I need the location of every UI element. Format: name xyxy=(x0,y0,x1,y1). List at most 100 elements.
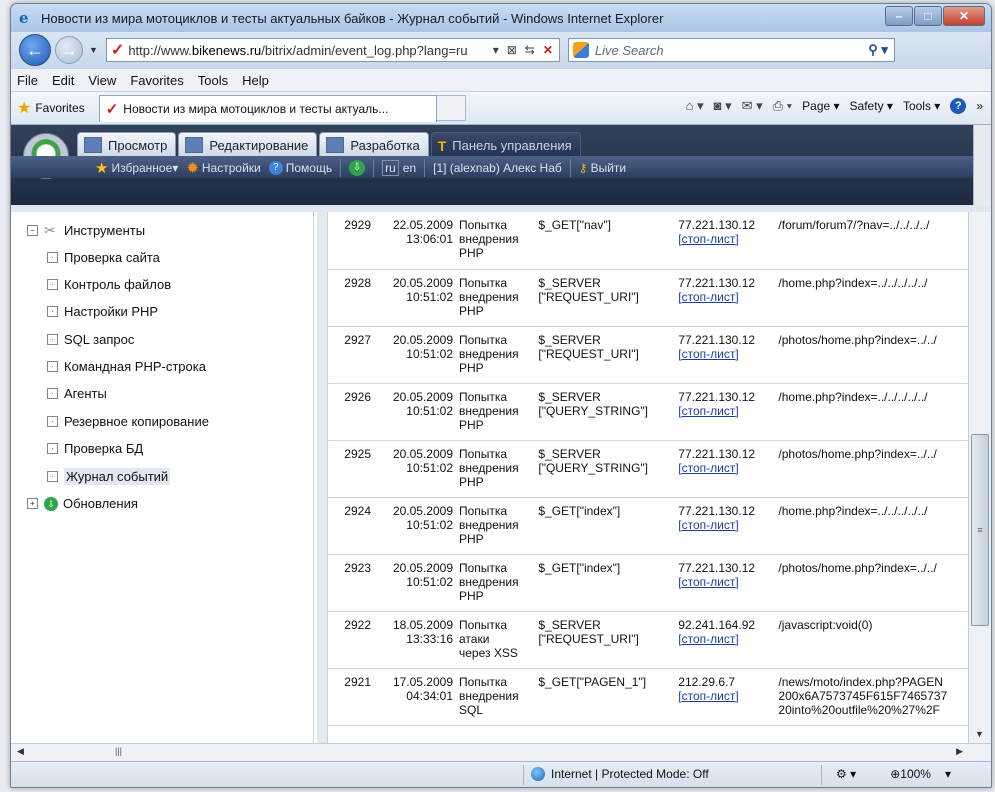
new-tab-button[interactable] xyxy=(436,95,466,121)
feeds-icon[interactable]: ◙ ▾ xyxy=(714,98,732,114)
tab-development[interactable]: Разработка xyxy=(319,132,429,157)
event-date: 20.05.2009 xyxy=(392,503,453,518)
search-box[interactable]: Live Search ⚲ ▾ xyxy=(567,38,895,62)
horizontal-scrollbar[interactable]: ◀ ||| ▶ xyxy=(11,743,991,762)
sidebar-item-php-console[interactable]: · Командная PHP-строка xyxy=(47,359,206,374)
cell-ip: 77.221.130.12 [стоп-лист] xyxy=(675,326,775,383)
zoom-dropdown-icon[interactable]: ▾ xyxy=(945,767,951,781)
settings-button[interactable]: ✹ Настройки xyxy=(186,159,260,177)
sidebar-item-site-check[interactable]: · Проверка сайта xyxy=(47,250,160,265)
cell-url: /forum/forum7/?nav=../../../../ xyxy=(775,212,969,269)
address-url[interactable]: http://www.bikenews.ru/bitrix/admin/even… xyxy=(128,43,492,58)
event-url-line: /home.php?index=../../../../../ xyxy=(778,503,928,518)
cell-url: /news/moto/index.php?PAGEN 200x6A7573745F… xyxy=(775,668,969,725)
updates-icon: ⇩ xyxy=(44,496,58,511)
menu-tools[interactable]: Tools xyxy=(198,73,228,88)
sidebar-item-db-check[interactable]: · Проверка БД xyxy=(47,441,143,456)
menu-file[interactable]: File xyxy=(17,73,38,88)
compatibility-icon[interactable]: ⊠ xyxy=(507,43,517,57)
leaf-icon: · xyxy=(47,279,58,290)
help-button[interactable]: ? Помощь xyxy=(268,161,332,175)
zoom-control[interactable]: ⊕ 100% ▾ xyxy=(890,767,951,781)
event-url-line: /news/moto/index.php?PAGEN xyxy=(778,674,943,689)
address-bar[interactable]: ✓ http://www.bikenews.ru/bitrix/admin/ev… xyxy=(105,38,560,62)
cell-url: /photos/home.php?index=../../ xyxy=(775,326,969,383)
address-dropdown-icon[interactable]: ▾ xyxy=(493,43,499,57)
menu-help[interactable]: Help xyxy=(242,73,269,88)
logout-button[interactable]: ⚷ Выйти xyxy=(579,161,626,175)
scrollbar-thumb[interactable]: ≡ xyxy=(971,434,989,626)
event-id: 2922 xyxy=(344,617,371,632)
tools-menu[interactable]: Tools ▾ xyxy=(903,99,940,113)
stop-list-link[interactable]: [стоп-лист] xyxy=(678,232,772,246)
help-icon[interactable]: ? xyxy=(950,98,967,114)
menu-favorites[interactable]: Favorites xyxy=(130,73,183,88)
vertical-scrollbar[interactable]: ≡ ▼ xyxy=(968,212,991,743)
page-menu[interactable]: Page ▾ xyxy=(802,99,839,113)
tab-view[interactable]: Просмотр xyxy=(77,132,177,157)
cell-variable: $_GET["index"] xyxy=(535,497,675,554)
mail-icon[interactable]: ✉ ▾ xyxy=(742,98,763,114)
lang-ru[interactable]: ru xyxy=(382,160,399,176)
sidebar-root-tools[interactable]: − ✂ Инструменты xyxy=(27,222,145,238)
security-zone[interactable]: Internet | Protected Mode: Off xyxy=(531,767,709,781)
tab-control-panel[interactable]: T Панель управления xyxy=(430,132,581,157)
tab-edit[interactable]: Редактирование xyxy=(178,132,318,157)
maximize-button[interactable]: □ xyxy=(914,6,942,26)
stop-list-link[interactable]: [стоп-лист] xyxy=(678,689,772,703)
stop-list-link[interactable]: [стоп-лист] xyxy=(678,290,772,304)
event-type-line: PHP xyxy=(459,417,484,432)
collapse-icon[interactable]: − xyxy=(27,224,38,236)
sidebar-item-sql-query[interactable]: · SQL запрос xyxy=(47,332,134,347)
sidebar-item-agents[interactable]: · Агенты xyxy=(47,386,107,401)
expand-icon[interactable]: + xyxy=(27,498,38,509)
table-row: 2929 22.05.2009 13:06:01 Попытка внедрения PH… xyxy=(327,212,969,269)
menu-view[interactable]: View xyxy=(88,73,116,88)
search-button[interactable]: ⚲ ▾ xyxy=(868,42,894,58)
stop-list-link[interactable]: [стоп-лист] xyxy=(678,632,772,646)
admin-panel: Просмотр Редактирование Разработка T Пане… xyxy=(11,125,991,205)
event-variable-line: $_GET["index"] xyxy=(538,503,621,518)
favorites-button[interactable]: Favorites xyxy=(35,101,84,115)
minimize-button[interactable]: – xyxy=(885,6,913,26)
update-button[interactable]: ⇩ xyxy=(349,160,366,176)
chevron-right-icon[interactable]: » xyxy=(976,99,983,113)
back-button[interactable]: ← xyxy=(19,34,51,66)
stop-list-link[interactable]: [стоп-лист] xyxy=(678,404,772,418)
protected-mode-icon[interactable]: ⚙ ▾ xyxy=(836,767,856,781)
sidebar-item-file-control[interactable]: · Контроль файлов xyxy=(47,277,171,292)
current-user[interactable]: [1] (alexnab) Алекс Наб xyxy=(433,161,562,175)
history-dropdown-icon[interactable]: ▼ xyxy=(89,45,98,55)
safety-menu[interactable]: Safety ▾ xyxy=(850,99,893,113)
stop-list-link[interactable]: [стоп-лист] xyxy=(678,347,772,361)
scroll-down-arrow-icon[interactable]: ▼ xyxy=(975,729,984,739)
cell-variable: $_SERVER ["REQUEST_URI"] xyxy=(535,326,675,383)
scroll-left-arrow-icon[interactable]: ◀ xyxy=(17,746,24,757)
sidebar-item-event-log[interactable]: · Журнал событий xyxy=(47,468,171,485)
sidebar-item-php-settings[interactable]: · Настройки PHP xyxy=(47,304,158,319)
refresh-icon[interactable]: ⇆ xyxy=(525,43,535,57)
sidebar-root-updates[interactable]: + ⇩ Обновления xyxy=(27,496,138,511)
table-row: 2926 20.05.2009 10:51:02 Попытка внедрения PH… xyxy=(327,383,969,440)
stop-icon[interactable]: ✕ xyxy=(543,43,553,57)
stop-list-link[interactable]: [стоп-лист] xyxy=(678,461,772,475)
menu-edit[interactable]: Edit xyxy=(52,73,74,88)
event-date: 18.05.2009 xyxy=(392,617,453,632)
browser-tab[interactable]: ✓ Новости из мира мотоциклов и тесты акт… xyxy=(98,94,437,122)
print-icon[interactable]: ⎙ ▾ xyxy=(773,98,792,114)
scrollbar-grip[interactable]: ||| xyxy=(115,746,122,756)
forward-button[interactable]: → xyxy=(55,36,83,64)
close-button[interactable]: ✕ xyxy=(943,6,985,26)
stop-list-link[interactable]: [стоп-лист] xyxy=(678,518,772,532)
stop-list-link[interactable]: [стоп-лист] xyxy=(678,575,772,589)
status-divider xyxy=(523,765,524,785)
favorites-menu[interactable]: ★ Избранное ▾ xyxy=(95,159,178,177)
cell-ip: 77.221.130.12 [стоп-лист] xyxy=(675,440,775,497)
lang-en[interactable]: en xyxy=(403,161,416,175)
home-icon[interactable]: ⌂ ▾ xyxy=(686,98,704,114)
scroll-right-arrow-icon[interactable]: ▶ xyxy=(956,746,963,757)
sidebar-item-backup[interactable]: · Резервное копирование xyxy=(47,414,209,429)
cell-type: Попытка внедрения PHP xyxy=(456,269,535,326)
favorites-bar: ★ Favorites ✓ Новости из мира мотоциклов… xyxy=(11,91,991,125)
panel-scrollbar[interactable] xyxy=(973,125,991,205)
